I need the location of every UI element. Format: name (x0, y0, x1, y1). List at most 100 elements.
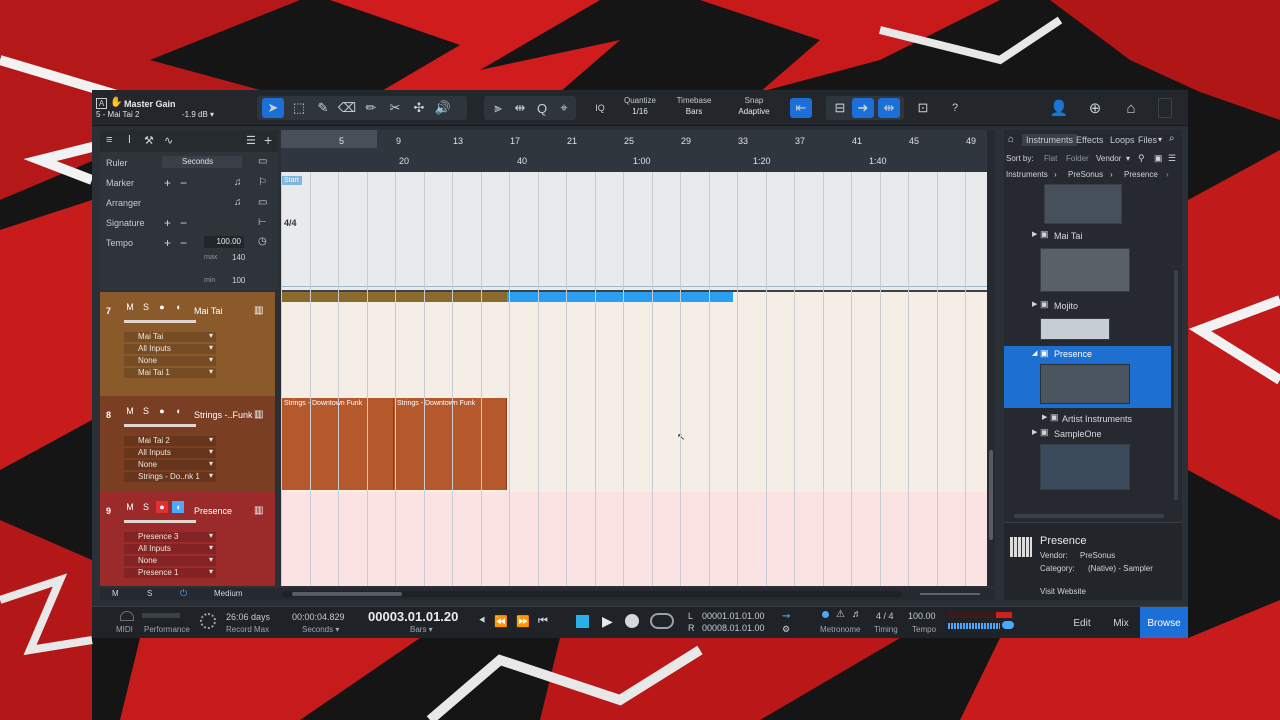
list-view-icon[interactable]: ☰ (1168, 153, 1176, 164)
signature-icon[interactable]: ⊢ (258, 217, 267, 228)
track-io-select[interactable]: Presence 3 (124, 531, 216, 542)
rewind-button[interactable]: ⏪ (494, 615, 508, 628)
ruler-settings-icon[interactable]: ▭ (258, 156, 267, 167)
loop-start-value[interactable]: 00001.01.01.00 (702, 611, 765, 621)
mute-button[interactable]: M (124, 301, 136, 313)
exchange-icon[interactable]: ⊕ (1084, 98, 1106, 118)
zoom-slider[interactable] (920, 593, 980, 595)
tab-loops[interactable]: Loops (1110, 135, 1135, 145)
loop-selection-bar[interactable] (507, 292, 733, 302)
bars-display[interactable]: 00003.01.01.20 (368, 609, 458, 624)
mute-tool-button[interactable]: ✂ (384, 98, 406, 118)
track-io-select[interactable]: None (124, 355, 216, 366)
paint-tool-button[interactable]: ✏ (360, 98, 382, 118)
sort-dropdown-icon[interactable]: ▾ (1126, 154, 1130, 163)
mute-button[interactable]: M (124, 405, 136, 417)
tab-instruments[interactable]: Instruments (1022, 134, 1078, 146)
path-presence[interactable]: Presence (1124, 170, 1158, 179)
volume-slider[interactable] (124, 320, 196, 323)
tempo-min-value[interactable]: 100 (232, 276, 245, 285)
master-gain-value[interactable]: -1.9 dB ▾ (182, 110, 214, 119)
monitor-button[interactable]: ◖ (172, 301, 184, 313)
mix-page-button[interactable]: Mix (1102, 607, 1140, 638)
horizontal-scrollbar[interactable] (282, 591, 902, 597)
fast-forward-button[interactable]: ⏩ (516, 615, 530, 628)
record-button[interactable] (625, 614, 639, 628)
marker-add-button[interactable]: + (164, 176, 171, 190)
browser-menu-icon[interactable]: ▾ (1158, 135, 1162, 144)
add-track-icon[interactable]: + (264, 132, 272, 148)
loop-range-bar[interactable] (281, 292, 507, 302)
snap-toggle-button[interactable]: ⇤ (790, 98, 812, 118)
wrench-icon[interactable]: ⚒ (144, 134, 154, 147)
window-icon[interactable]: ▣ (1154, 153, 1163, 164)
record-arm-button[interactable]: ● (156, 301, 168, 313)
goto-end-button[interactable]: ⏮ (538, 615, 548, 628)
home-icon[interactable]: ⌂ (1120, 98, 1142, 118)
auto-scroll-button[interactable]: ⊟ (830, 98, 850, 118)
monitor-button[interactable]: ◖ (172, 405, 184, 417)
play-button[interactable]: ▶ (602, 613, 613, 630)
instrument-icon[interactable]: ▥ (254, 409, 263, 420)
track-io-select[interactable]: Mai Tai 1 (124, 367, 216, 378)
stop-button[interactable] (576, 615, 589, 628)
power-icon[interactable]: ⏻ (180, 588, 187, 599)
bars-format-select[interactable]: Bars ▾ (410, 625, 433, 634)
track-lane-presence[interactable] (281, 492, 987, 586)
global-solo-button[interactable]: S (147, 589, 152, 598)
list-icon[interactable]: ≡ (106, 134, 112, 146)
browser-search-icon[interactable]: ⌕ (1169, 133, 1175, 144)
edit-page-button[interactable]: Edit (1062, 607, 1102, 638)
loop-end-value[interactable]: 00008.01.01.00 (702, 623, 765, 633)
tab-effects[interactable]: Effects (1076, 135, 1103, 145)
tempo-remove-button[interactable]: − (180, 236, 187, 250)
seconds-display[interactable]: 00:00:04.829 (292, 612, 345, 622)
loop-button[interactable] (650, 613, 674, 629)
help-button[interactable]: ? (944, 98, 966, 118)
global-mute-button[interactable]: M (112, 589, 119, 598)
track-io-select[interactable]: None (124, 555, 216, 566)
pin-icon[interactable]: ⚲ (1138, 153, 1145, 164)
solo-button[interactable]: S (140, 301, 152, 313)
arranger-layout-icon[interactable]: ▭ (258, 197, 267, 208)
track-name[interactable]: Mai Tai (194, 306, 254, 316)
track-lane-mai-tai[interactable] (281, 292, 987, 396)
arranger-note-icon[interactable]: ♫ (234, 197, 242, 208)
track-io-select[interactable]: None (124, 459, 216, 470)
signature-value[interactable]: 4/4 (284, 218, 297, 228)
tab-files[interactable]: Files (1138, 135, 1157, 145)
track-io-select[interactable]: Strings - Do..nk 1 (124, 471, 216, 482)
path-instruments[interactable]: Instruments (1006, 170, 1048, 179)
track-io-select[interactable]: All Inputs (124, 447, 216, 458)
solo-button[interactable]: S (140, 405, 152, 417)
start-marker[interactable]: Start (281, 176, 302, 185)
browser-vertical-scrollbar[interactable] (1174, 270, 1178, 500)
output-toggle-icon[interactable] (1002, 621, 1014, 629)
track-list-icon[interactable]: ☰ (246, 134, 256, 147)
iq-button[interactable]: IQ (590, 98, 610, 118)
click-dot-icon[interactable] (822, 611, 829, 618)
follow-button[interactable]: ➜ (852, 98, 874, 118)
loop-start-button[interactable]: ⯇ (478, 615, 487, 628)
track-height-select[interactable]: Medium (214, 589, 242, 598)
timing-value[interactable]: 4 / 4 (876, 611, 894, 621)
browser-item-sampleone[interactable]: SampleOne (1054, 429, 1102, 439)
tempo-max-value[interactable]: 140 (232, 253, 245, 262)
fullscreen-button[interactable]: ⊡ (912, 98, 934, 118)
snap-select[interactable]: Snap Adaptive (726, 95, 782, 117)
browser-item-mojito[interactable]: Mojito (1054, 301, 1078, 311)
tempo-value-field[interactable]: 100.00 (204, 236, 244, 248)
expand-icon[interactable]: ▶ (1042, 413, 1047, 421)
arrange-view[interactable]: 5 9 13 17 21 25 29 33 37 41 45 49 20 40 1:00 1:20 1:40 S… (281, 130, 987, 586)
sort-vendor[interactable]: Vendor (1096, 154, 1121, 163)
arrange-vertical-scrollbar[interactable] (987, 130, 995, 586)
split-tool-button[interactable]: ✎ (312, 98, 334, 118)
info-icon[interactable]: ǀ (128, 134, 131, 146)
browser-item-mai-tai[interactable]: Mai Tai (1054, 231, 1082, 241)
track-name[interactable]: Strings -..Funk (194, 410, 254, 420)
quantize-icon[interactable]: ⫸ (488, 98, 508, 118)
track-header[interactable]: 9 MS ● ◖ Presence▥ Presence 3All InputsNonePr… (100, 492, 275, 586)
browser-item-artist-instruments[interactable]: Artist Instruments (1062, 414, 1132, 424)
instrument-icon[interactable]: ▥ (254, 305, 263, 316)
track-io-select[interactable]: Mai Tai 2 (124, 435, 216, 446)
